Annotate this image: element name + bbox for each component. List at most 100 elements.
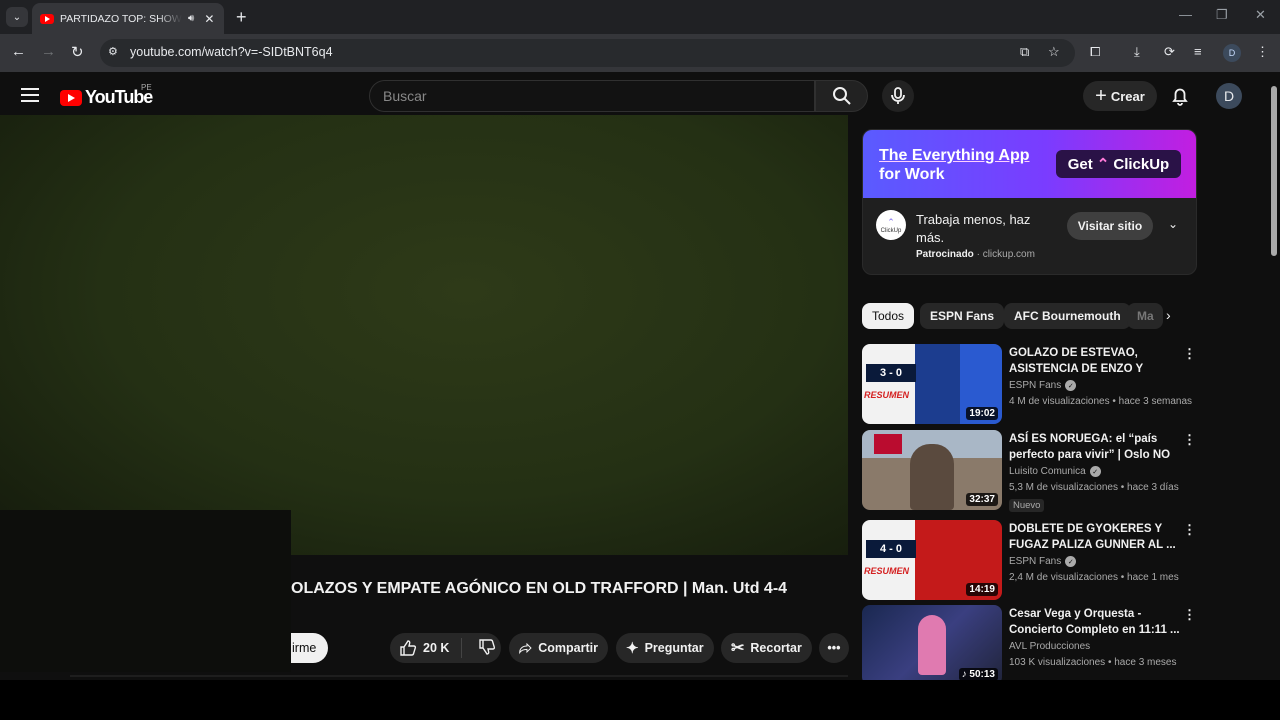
chips-next-arrow-icon[interactable]: › (1166, 307, 1171, 323)
guide-menu-icon[interactable] (21, 88, 39, 102)
video-thumbnail[interactable]: 4 - 0 RESUMEN 14:19 (862, 520, 1002, 600)
ad-headline[interactable]: Trabaja menos, haz más. (916, 211, 1056, 247)
close-tab-icon[interactable]: ✕ (204, 12, 214, 26)
recommendation-channel[interactable]: ESPN Fans ✓ (1009, 556, 1077, 567)
recommendation-channel[interactable]: AVL Producciones (1009, 641, 1090, 652)
verified-check-icon: ✓ (1065, 380, 1077, 391)
browser-menu-icon[interactable]: ⋮ (1256, 44, 1269, 60)
share-arrow-icon (519, 642, 532, 655)
video-thumbnail[interactable]: 32:37 (862, 430, 1002, 510)
share-button[interactable]: Compartir (509, 633, 608, 663)
browser-profile-avatar[interactable]: D (1223, 44, 1241, 62)
like-button[interactable]: 20 K (390, 638, 462, 658)
extensions-icon[interactable]: ⧠ (1090, 44, 1100, 60)
window-close-icon[interactable]: ✕ (1255, 7, 1266, 23)
recommendation-meta: 2,4 M de visualizaciones • hace 1 mes (1009, 572, 1179, 583)
ask-button[interactable]: ✦ Preguntar (616, 633, 714, 663)
more-options-icon[interactable]: ⋮ (1183, 522, 1196, 538)
visit-site-button[interactable]: Visitar sitio (1067, 212, 1153, 240)
advertiser-logo[interactable]: ⌃ ClickUp (876, 210, 906, 240)
recommendation-item[interactable]: 32:37 ASÍ ES NORUEGA: el “país perfecto … (862, 430, 1202, 512)
ad-banner[interactable]: The Everything App for Work Get ⌃ ClickU… (863, 130, 1196, 198)
media-control-icon[interactable]: ≡ (1194, 44, 1202, 59)
ad-domain: clickup.com (982, 249, 1035, 260)
recommendation-meta: 5,3 M de visualizaciones • hace 3 días (1009, 482, 1179, 493)
chip-afc-bournemouth[interactable]: AFC Bournemouth (1004, 303, 1131, 329)
more-options-icon[interactable]: ⋮ (1183, 346, 1196, 362)
performer-thumb (918, 615, 946, 675)
video-duration: 32:37 (966, 493, 998, 506)
plus-icon: + (1095, 84, 1107, 107)
more-actions-button[interactable]: ••• (819, 633, 849, 663)
ad-banner-text: The Everything App for Work (879, 146, 1030, 184)
advertiser-logo-text: ClickUp (880, 227, 902, 234)
address-bar[interactable]: ⚙︎ youtube.com/watch?v=-SIDtBNT6q4 ⧉ ☆ (100, 39, 1075, 67)
maximize-icon[interactable]: ❐ (1216, 7, 1228, 23)
ad-expand-chevron-icon[interactable]: ⌄ (1168, 217, 1178, 231)
recommendation-channel[interactable]: Luisito Comunica ✓ (1009, 466, 1101, 477)
subscribe-button[interactable]: irme (291, 633, 328, 663)
thumbs-up-icon (400, 640, 417, 656)
chip-truncated[interactable]: Ma (1127, 303, 1163, 329)
ad-banner-line2: for Work (879, 166, 945, 183)
account-avatar[interactable]: D (1216, 83, 1242, 109)
more-options-icon[interactable]: ⋮ (1183, 432, 1196, 448)
search-icon (832, 87, 851, 105)
recommendation-title[interactable]: GOLAZO DE ESTEVAO, ASISTENCIA DE ENZO Y … (1009, 345, 1184, 377)
verified-check-icon: ✓ (1065, 556, 1077, 567)
recommendation-meta: 103 K visualizaciones • hace 3 meses (1009, 657, 1177, 668)
bookmark-star-icon[interactable]: ☆ (1048, 44, 1060, 60)
recommendation-title[interactable]: DOBLETE DE GYOKERES Y FUGAZ PALIZA GUNNE… (1009, 521, 1184, 553)
scrollbar-thumb[interactable] (1271, 86, 1277, 256)
video-player[interactable] (0, 115, 848, 555)
sparkle-icon: ✦ (626, 640, 639, 657)
chip-espn-fans[interactable]: ESPN Fans (920, 303, 1005, 329)
more-options-icon[interactable]: ⋮ (1183, 607, 1196, 623)
recommendation-item[interactable]: 4 - 0 RESUMEN 14:19 DOBLETE DE GYOKERES … (862, 520, 1202, 600)
recommendation-item[interactable]: ♪ 50:13 Cesar Vega y Orquesta - Conciert… (862, 605, 1202, 685)
new-tab-button[interactable]: + (236, 7, 247, 28)
performance-icon[interactable]: ⟳ (1164, 44, 1175, 60)
video-duration: 14:19 (966, 583, 998, 596)
clip-button[interactable]: ✂ Recortar (721, 633, 812, 663)
downloads-icon[interactable]: ⤓ (1134, 44, 1140, 60)
youtube-favicon-icon (40, 13, 54, 24)
description-edge (70, 675, 848, 677)
reload-icon[interactable]: ↻ (71, 43, 84, 61)
forward-icon[interactable]: → (41, 43, 56, 60)
recommendation-item[interactable]: 3 - 0 RESUMEN 19:02 GOLAZO DE ESTEVAO, A… (862, 344, 1202, 424)
youtube-logo[interactable]: YouTube (60, 87, 153, 108)
norway-flag-icon (874, 434, 902, 454)
browser-tab[interactable]: PARTIDAZO TOP: SHOW DE 🔊︎ ✕ (32, 3, 224, 34)
create-button[interactable]: + Crear (1083, 81, 1157, 111)
ad-get-button[interactable]: Get ⌃ ClickUp (1056, 150, 1181, 178)
dislike-button[interactable] (468, 638, 496, 659)
recommendation-title[interactable]: ASÍ ES NORUEGA: el “país perfecto para v… (1009, 431, 1184, 463)
search-button[interactable] (815, 80, 868, 112)
video-thumbnail[interactable]: ♪ 50:13 (862, 605, 1002, 685)
recommendation-meta: 4 M de visualizaciones • hace 3 semanas (1009, 396, 1193, 407)
recommendation-channel[interactable]: ESPN Fans ✓ (1009, 380, 1077, 391)
thumbs-down-icon (479, 638, 496, 655)
miniplayer-overlay[interactable] (0, 510, 291, 672)
ad-brand-label: ClickUp (1113, 155, 1170, 173)
minimize-icon[interactable]: — (1179, 7, 1192, 22)
tab-search-button[interactable]: ⌄ (6, 7, 28, 27)
sponsored-ad-card[interactable]: The Everything App for Work Get ⌃ ClickU… (862, 129, 1197, 275)
chip-all[interactable]: Todos (862, 303, 915, 329)
voice-search-button[interactable] (882, 80, 914, 112)
video-title: OLAZOS Y EMPATE AGÓNICO EN OLD TRAFFORD … (291, 580, 788, 597)
video-thumbnail[interactable]: 3 - 0 RESUMEN 19:02 (862, 344, 1002, 424)
url-text[interactable]: youtube.com/watch?v=-SIDtBNT6q4 (130, 45, 333, 59)
site-info-icon[interactable]: ⚙︎ (108, 45, 118, 58)
ad-get-label: Get (1067, 155, 1093, 173)
notifications-bell-icon[interactable] (1170, 86, 1190, 106)
back-icon[interactable]: ← (11, 43, 26, 60)
channel-name: Luisito Comunica (1009, 466, 1086, 477)
install-app-icon[interactable]: ⧉ (1020, 44, 1029, 60)
search-input[interactable]: Buscar (369, 80, 815, 112)
page-scrollbar[interactable] (1268, 72, 1280, 680)
microphone-icon (891, 87, 905, 104)
audio-playing-icon[interactable]: 🔊︎ (188, 13, 194, 24)
recommendation-title[interactable]: Cesar Vega y Orquesta - Concierto Comple… (1009, 606, 1184, 638)
